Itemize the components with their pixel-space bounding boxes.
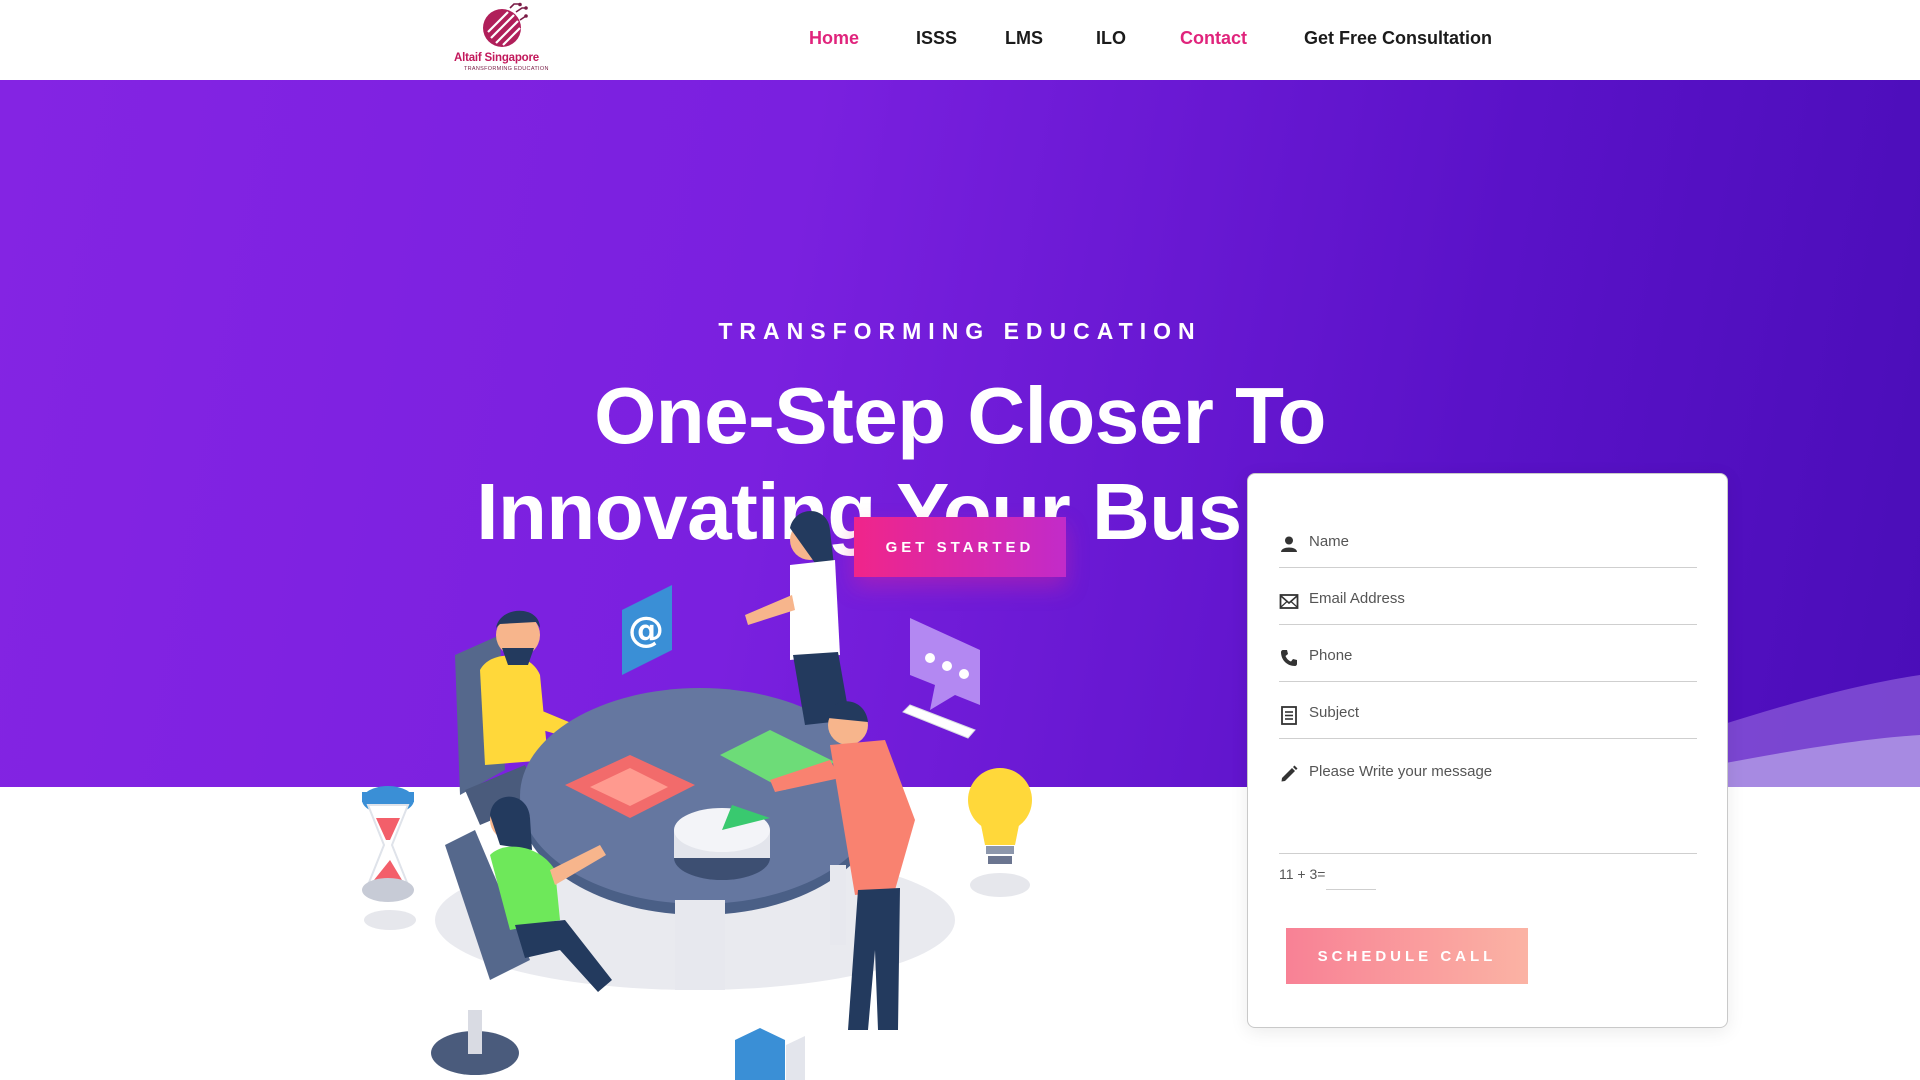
nav-home[interactable]: Home: [809, 28, 859, 49]
user-icon: [1281, 536, 1297, 552]
subject-placeholder: Subject: [1309, 704, 1360, 721]
hero-eyebrow: TRANSFORMING EDUCATION: [718, 318, 1202, 344]
phone-icon: [1281, 650, 1297, 666]
phone-field[interactable]: Phone: [1279, 628, 1697, 682]
captcha-question: 11 + 3=: [1279, 866, 1326, 882]
woman-standing-figure: [745, 510, 850, 725]
email-field[interactable]: Email Address: [1279, 571, 1697, 625]
envelope-icon: [1279, 594, 1299, 609]
pencil-icon: [1281, 765, 1298, 782]
team-meeting-illustration: @: [362, 510, 1032, 1080]
site-header: Altaif Singapore TRANSFORMING EDUCATION …: [0, 0, 1920, 80]
subject-field[interactable]: Subject: [1279, 685, 1697, 739]
light-bulb-icon: [968, 768, 1032, 864]
hourglass-icon: [362, 786, 414, 902]
name-placeholder: Name: [1309, 533, 1350, 550]
at-sign-card-icon: @: [622, 585, 672, 675]
nav-ilo[interactable]: ILO: [1096, 28, 1126, 49]
document-icon: [1281, 706, 1297, 725]
message-placeholder: Please Write your message: [1309, 763, 1493, 780]
email-placeholder: Email Address: [1309, 590, 1405, 607]
brand-logo[interactable]: Altaif Singapore TRANSFORMING EDUCATION: [452, 0, 556, 76]
nav-get-free-consultation[interactable]: Get Free Consultation: [1304, 28, 1492, 49]
message-field[interactable]: Please Write your message: [1279, 742, 1697, 854]
schedule-call-button[interactable]: SCHEDULE CALL: [1286, 928, 1528, 984]
contact-form-card: Name Email Address Phone Subject Please …: [1247, 473, 1728, 1028]
captcha-answer-input[interactable]: [1326, 870, 1376, 890]
svg-text:@: @: [628, 610, 664, 651]
hero-headline-line-1: One-Step Closer To: [594, 371, 1326, 460]
nav-isss[interactable]: ISSS: [916, 28, 957, 49]
phone-placeholder: Phone: [1309, 647, 1353, 664]
name-field[interactable]: Name: [1279, 514, 1697, 568]
chat-bubble-icon: [902, 618, 980, 739]
nav-lms[interactable]: LMS: [1005, 28, 1043, 49]
brand-name: Altaif Singapore: [454, 52, 539, 64]
nav-contact[interactable]: Contact: [1180, 28, 1247, 49]
logo-mark-icon: [483, 2, 528, 47]
get-started-button[interactable]: GET STARTED: [854, 517, 1066, 577]
brand-tagline: TRANSFORMING EDUCATION: [464, 66, 549, 72]
